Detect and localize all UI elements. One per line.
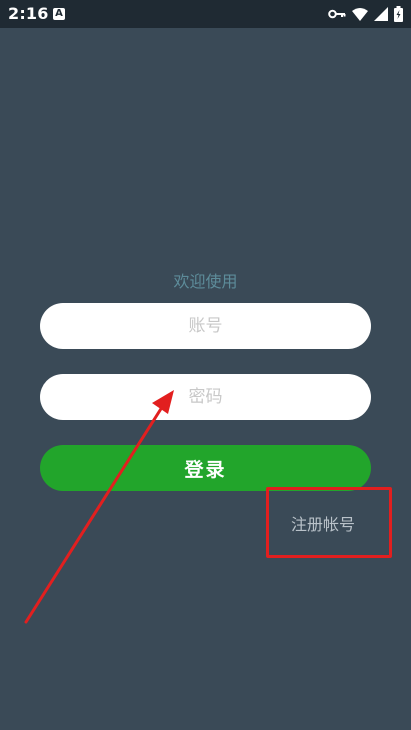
signal-icon (374, 7, 388, 21)
status-icons (328, 5, 403, 23)
status-bar: 2:16 A (0, 0, 411, 28)
a-icon: A (53, 8, 65, 20)
wifi-icon (352, 8, 368, 21)
password-input[interactable] (54, 386, 357, 408)
annotation-highlight-box (266, 487, 392, 558)
annotation-arrow-icon (24, 390, 174, 624)
battery-icon (394, 6, 403, 22)
account-field[interactable] (40, 303, 371, 349)
account-input[interactable] (54, 315, 357, 337)
login-button[interactable]: 登录 (40, 445, 371, 491)
status-time: 2:16 (8, 4, 49, 23)
welcome-text: 欢迎使用 (173, 272, 238, 291)
key-icon (328, 9, 346, 19)
password-field[interactable] (40, 374, 371, 420)
